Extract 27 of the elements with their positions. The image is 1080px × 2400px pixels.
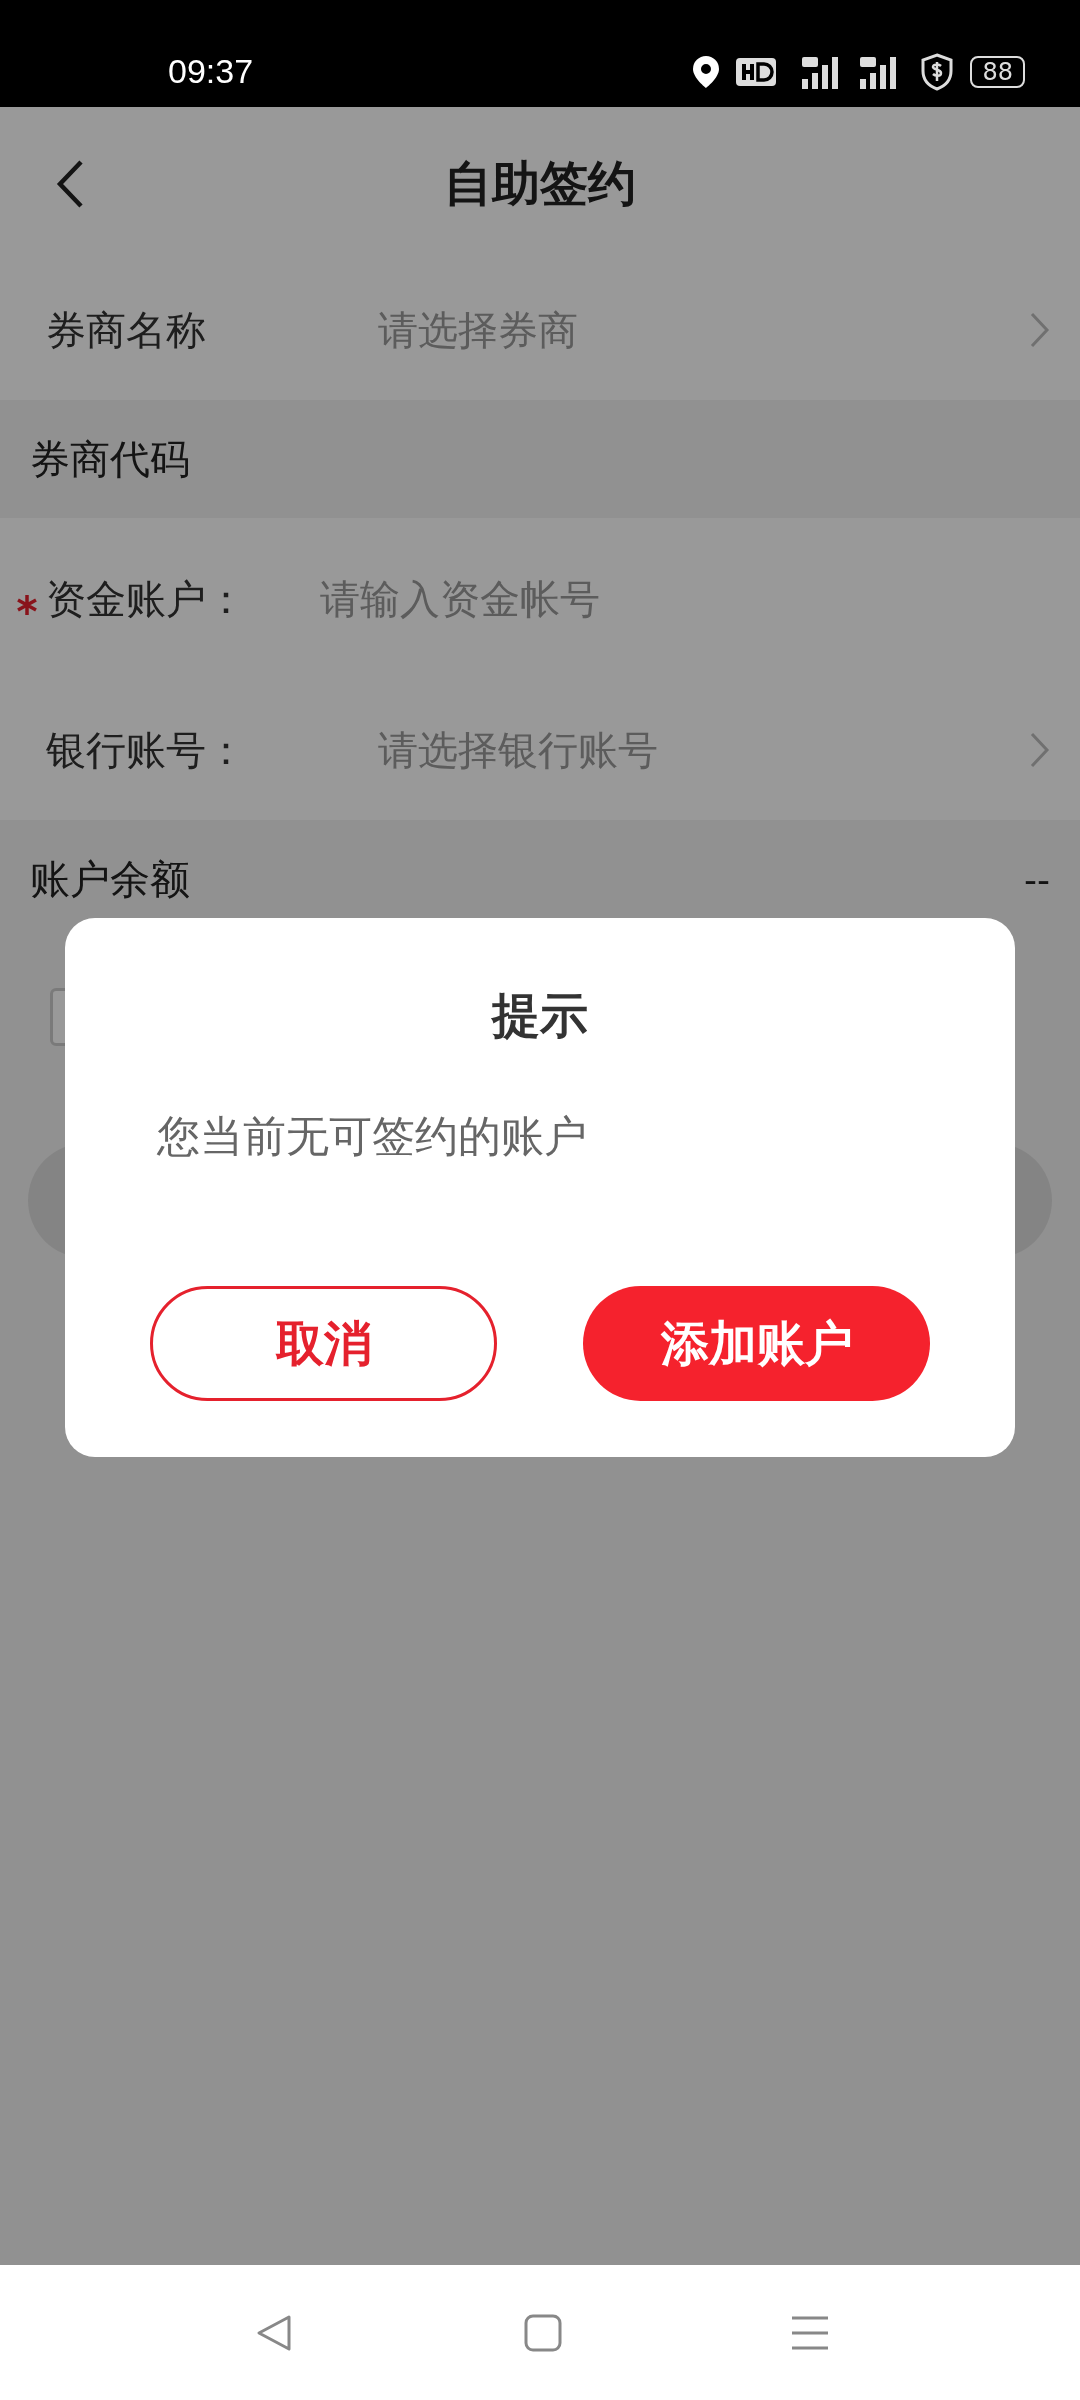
account-input[interactable]: 请输入资金帐号 — [318, 575, 1050, 623]
select-row[interactable]: 券商名称 请选择券商 — [0, 260, 1080, 400]
add-account-button[interactable]: 添加账户 — [583, 1286, 930, 1401]
location-icon — [692, 55, 721, 89]
home-nav-icon[interactable] — [523, 2313, 562, 2352]
back-icon[interactable] — [55, 159, 85, 209]
menu-icon[interactable] — [790, 2314, 830, 2351]
shield-icon — [920, 53, 955, 91]
section-title: 券商代码 — [30, 434, 190, 484]
field-label: 银行账号： — [46, 725, 247, 775]
page-title: 自助签约 — [444, 153, 636, 213]
status-time: 09:37 — [168, 52, 254, 91]
hd-icon — [736, 58, 777, 86]
balance-value: -- — [1024, 858, 1050, 900]
dialog-title: 提示 — [492, 986, 588, 1045]
dialog-message: 您当前无可签约的账户 — [157, 1110, 587, 1163]
chevron-right-icon — [1030, 732, 1050, 768]
field-label: 资金账户： — [46, 574, 247, 624]
cancel-button[interactable]: 取消 — [150, 1286, 497, 1401]
battery-level: 88 — [982, 58, 1013, 86]
input-row[interactable]: 资金账户： 请输入资金帐号 — [0, 518, 1080, 680]
select-row[interactable]: 银行账号： 请选择银行账号 — [0, 680, 1080, 820]
section-title: 账户余额 — [30, 854, 190, 904]
select-placeholder: 请选择银行账号 — [378, 725, 659, 775]
chevron-right-icon — [1030, 312, 1050, 348]
select-placeholder: 请选择券商 — [378, 305, 579, 355]
field-label: 券商名称 — [46, 305, 207, 355]
